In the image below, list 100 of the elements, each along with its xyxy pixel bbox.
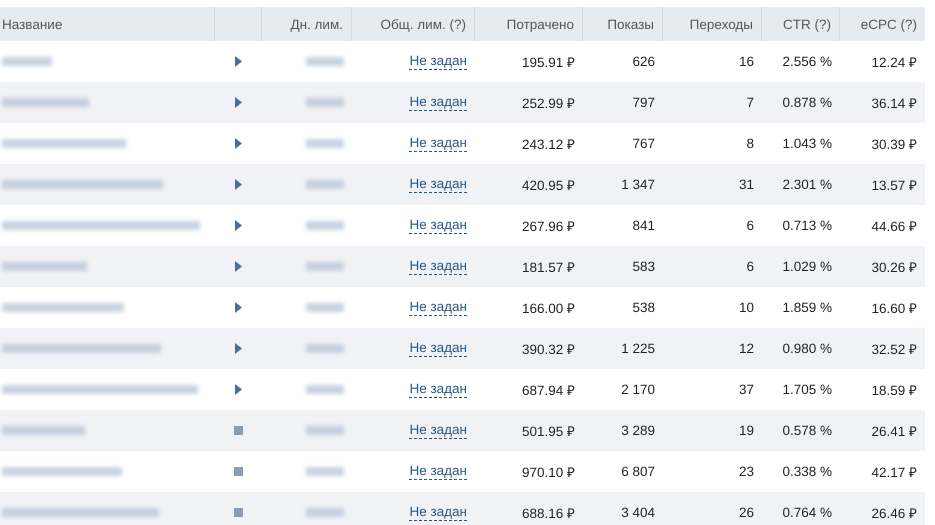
blurred-text: [306, 262, 344, 271]
table-cell-text: 30.26 ₽: [871, 258, 917, 276]
play-icon[interactable]: [235, 56, 242, 67]
table-cell-text: 30.39 ₽: [871, 136, 917, 152]
table-cell: 10: [738, 300, 754, 315]
limit-link[interactable]: Не задан: [409, 258, 467, 276]
table-cell: 16: [738, 54, 754, 69]
table-cell: 2.556 %: [782, 54, 832, 69]
blurred-text: [2, 57, 52, 66]
table-cell: 7: [746, 95, 754, 110]
table-cell-text: 970.10 ₽: [522, 464, 575, 480]
table-cell-text: 252.99 ₽: [522, 94, 575, 112]
blurred-text: [306, 180, 344, 189]
table-cell: 0.764 %: [782, 505, 832, 520]
table-cell-text: 42.17 ₽: [871, 464, 917, 480]
table-cell-text: 688.16 ₽: [522, 504, 575, 522]
limit-link[interactable]: Не задан: [409, 216, 467, 234]
column-header[interactable]: Потрачено: [506, 16, 574, 32]
table-cell-text: 390.32 ₽: [522, 340, 575, 358]
column-header[interactable]: CTR (?): [783, 16, 831, 32]
table-cell: 0.578 %: [782, 423, 832, 438]
play-icon[interactable]: [235, 179, 242, 190]
table-cell: 6 807: [621, 464, 655, 479]
table-cell: 0.878 %: [782, 95, 832, 110]
column-header[interactable]: Название: [2, 16, 62, 32]
play-icon[interactable]: [235, 302, 242, 313]
blurred-text: [306, 508, 344, 517]
table-cell: 841: [632, 218, 655, 233]
table-cell: 538: [632, 300, 655, 315]
limit-link[interactable]: Не задан: [409, 504, 467, 522]
table-cell: 31: [738, 177, 754, 192]
blurred-text: [306, 303, 344, 312]
table-cell: 3 289: [621, 423, 655, 438]
table-cell: 767: [632, 136, 655, 151]
limit-link[interactable]: Не задан: [409, 340, 467, 358]
play-icon[interactable]: [235, 261, 242, 272]
table-cell: 19: [738, 423, 754, 438]
table-cell-text: 44.66 ₽: [871, 218, 917, 234]
table-cell: 1 347: [621, 177, 655, 192]
column-header[interactable]: Дн. лим.: [290, 16, 343, 32]
table-cell: 6: [746, 259, 754, 274]
table-cell: 1.043 %: [782, 136, 832, 151]
table-cell-text: 26.41 ₽: [871, 422, 917, 440]
table-cell: 12: [738, 341, 754, 356]
table-cell-text: 26.46 ₽: [871, 504, 917, 522]
table-cell: 37: [738, 382, 754, 397]
table-cell: 1.705 %: [782, 382, 832, 397]
table-cell: 583: [632, 259, 655, 274]
blurred-text: [306, 426, 344, 435]
column-header[interactable]: Общ. лим. (?): [380, 16, 466, 32]
table-cell-text: 18.59 ₽: [871, 382, 917, 398]
table-cell: 1 225: [621, 341, 655, 356]
table-cell: 1.029 %: [782, 259, 832, 274]
table-cell: 0.338 %: [782, 464, 832, 479]
limit-link[interactable]: Не задан: [409, 380, 467, 398]
table-cell: 26: [738, 505, 754, 520]
play-icon[interactable]: [235, 384, 242, 395]
table-cell-text: 267.96 ₽: [522, 218, 575, 234]
table-cell: 3 404: [621, 505, 655, 520]
blurred-text: [306, 385, 344, 394]
play-icon[interactable]: [235, 220, 242, 231]
blurred-text: [306, 221, 344, 230]
table-cell-text: 36.14 ₽: [871, 94, 917, 112]
table-cell-text: 166.00 ₽: [522, 300, 575, 316]
limit-link[interactable]: Не задан: [409, 298, 467, 316]
blurred-text: [306, 57, 344, 66]
column-header[interactable]: Показы: [607, 16, 654, 32]
table-cell: 2.301 %: [782, 177, 832, 192]
limit-link[interactable]: Не задан: [409, 94, 467, 112]
play-icon[interactable]: [235, 97, 242, 108]
play-icon[interactable]: [235, 138, 242, 149]
limit-link[interactable]: Не задан: [409, 462, 467, 480]
blurred-text: [306, 344, 344, 353]
limit-link[interactable]: Не задан: [409, 134, 467, 152]
column-header[interactable]: eCPC (?): [860, 16, 917, 32]
blurred-text: [306, 467, 344, 476]
table-cell-text: 687.94 ₽: [522, 382, 575, 398]
play-icon[interactable]: [235, 343, 242, 354]
table-cell: 6: [746, 218, 754, 233]
table-cell: 0.980 %: [782, 341, 832, 356]
table-cell: 797: [632, 95, 655, 110]
limit-link[interactable]: Не задан: [409, 176, 467, 194]
table-cell-text: 501.95 ₽: [522, 422, 575, 440]
limit-link[interactable]: Не задан: [409, 422, 467, 440]
limit-link[interactable]: Не задан: [409, 52, 467, 70]
table-cell: 8: [746, 136, 754, 151]
table-cell-text: 243.12 ₽: [522, 136, 575, 152]
table-cell: 23: [738, 464, 754, 479]
table-cell-text: 12.24 ₽: [871, 54, 917, 70]
table-cell-text: 181.57 ₽: [522, 258, 575, 276]
table-cell-text: 13.57 ₽: [871, 176, 917, 194]
table-cell-text: 16.60 ₽: [871, 300, 917, 316]
blurred-text: [306, 98, 344, 107]
column-header[interactable]: Переходы: [690, 16, 753, 32]
table-cell-text: 195.91 ₽: [522, 54, 575, 70]
table-cell: 2 170: [621, 382, 655, 397]
blurred-text: [306, 139, 344, 148]
table-cell: 626: [632, 54, 655, 69]
table-cell-text: 32.52 ₽: [871, 340, 917, 358]
table-cell: 1.859 %: [782, 300, 832, 315]
